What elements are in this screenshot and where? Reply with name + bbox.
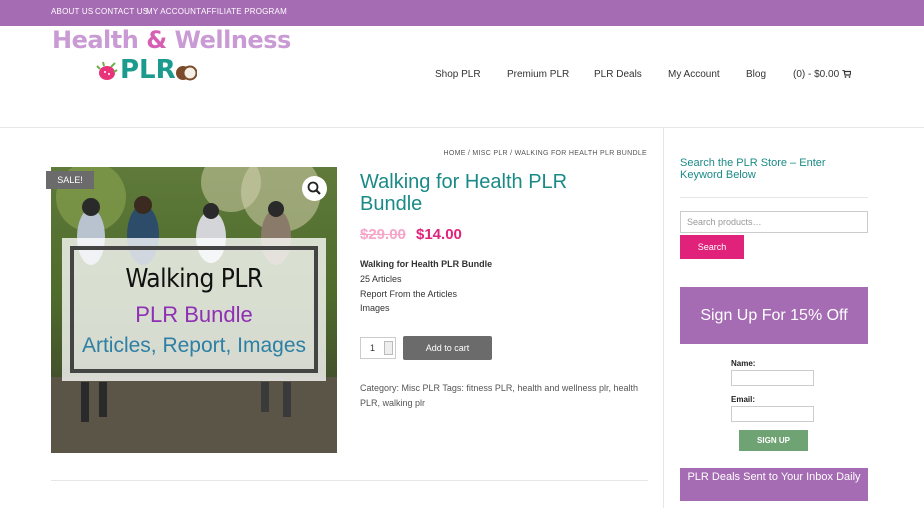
magnifier-icon bbox=[307, 181, 321, 195]
breadcrumb[interactable]: HOME / MISC PLR / WALKING FOR HEALTH PLR… bbox=[443, 150, 647, 157]
sidebar-search-title: Search the PLR Store – Enter Keyword Bel… bbox=[680, 157, 826, 181]
nav-blog[interactable]: Blog bbox=[746, 69, 766, 80]
image-title: Walking PLR bbox=[125, 264, 263, 294]
deals-banner: PLR Deals Sent to Your Inbox Daily bbox=[680, 468, 868, 501]
quantity-spin-icon[interactable] bbox=[384, 341, 393, 355]
price-original: $29.00 bbox=[360, 226, 406, 243]
sidebar-divider bbox=[663, 128, 664, 508]
description-line: 25 Articles bbox=[360, 274, 402, 284]
email-field[interactable] bbox=[731, 406, 814, 422]
sidebar-rule bbox=[680, 197, 868, 198]
name-label: Name: bbox=[731, 359, 756, 368]
logo-title: Health & Wellness bbox=[52, 26, 291, 54]
affiliate-program-link[interactable]: AFFILIATE PROGRAM bbox=[201, 7, 287, 16]
description-line: Images bbox=[360, 303, 390, 313]
nav-premium-plr[interactable]: Premium PLR bbox=[507, 69, 569, 80]
price-sale: $14.00 bbox=[416, 226, 462, 243]
my-account-top-link[interactable]: MY ACCOUNT bbox=[146, 7, 201, 16]
cart-total: (0) - $0.00 bbox=[793, 69, 840, 80]
search-button[interactable]: Search bbox=[680, 235, 744, 259]
contact-us-link[interactable]: CONTACT US bbox=[95, 7, 148, 16]
top-bar: ABOUT US CONTACT US MY ACCOUNT AFFILIATE… bbox=[0, 0, 924, 26]
logo-plr-text: PLR bbox=[120, 55, 176, 85]
description-title: Walking for Health PLR Bundle bbox=[360, 259, 493, 269]
coconut-icon bbox=[176, 65, 197, 81]
dragonfruit-icon bbox=[96, 61, 118, 80]
sale-badge: SALE! bbox=[46, 171, 94, 189]
add-to-cart-button[interactable]: Add to cart bbox=[403, 336, 492, 360]
site-logo[interactable]: Health & Wellness PLR bbox=[52, 26, 291, 116]
cart-icon bbox=[841, 69, 852, 78]
quantity-stepper[interactable]: 1 bbox=[360, 337, 396, 359]
nav-my-account[interactable]: My Account bbox=[668, 69, 720, 80]
signup-button[interactable]: SIGN UP bbox=[739, 430, 808, 451]
description-line: Report From the Articles bbox=[360, 289, 458, 299]
quantity-value: 1 bbox=[370, 343, 376, 353]
nav-shop-plr[interactable]: Shop PLR bbox=[435, 69, 481, 80]
signup-banner: Sign Up For 15% Off bbox=[680, 287, 868, 344]
product-meta: Category: Misc PLR Tags: fitness PLR, he… bbox=[360, 383, 638, 408]
image-subtitle: PLR Bundle bbox=[135, 302, 253, 327]
image-caption: Articles, Report, Images bbox=[81, 334, 307, 357]
product-title: Walking for Health PLR Bundle bbox=[360, 171, 568, 215]
name-field[interactable] bbox=[731, 370, 814, 386]
product-image[interactable]: Walking PLR PLR Bundle Articles, Report,… bbox=[51, 167, 337, 453]
content-divider bbox=[51, 480, 648, 481]
about-us-link[interactable]: ABOUT US bbox=[51, 7, 93, 16]
image-overlay: Walking PLR PLR Bundle Articles, Report,… bbox=[62, 238, 326, 381]
email-label: Email: bbox=[731, 395, 756, 404]
product-search-input[interactable]: Search products… bbox=[680, 211, 868, 233]
overlay-frame: Walking PLR PLR Bundle Articles, Report,… bbox=[70, 246, 318, 373]
nav-cart[interactable]: (0) - $0.00 bbox=[793, 69, 852, 80]
nav-plr-deals[interactable]: PLR Deals bbox=[594, 69, 642, 80]
zoom-button[interactable] bbox=[302, 176, 327, 201]
